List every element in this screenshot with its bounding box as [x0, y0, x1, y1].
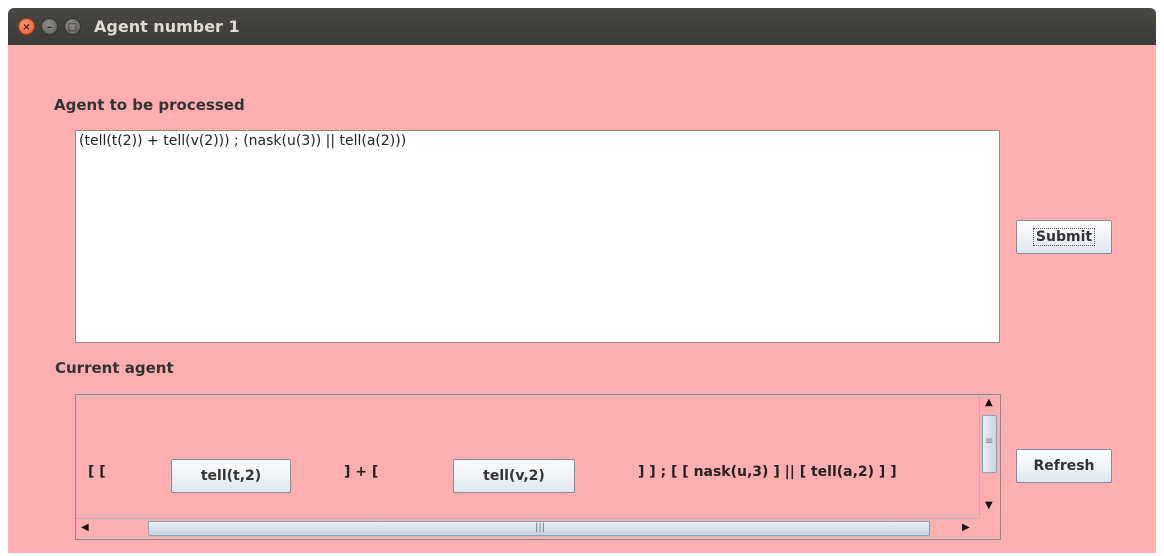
scroll-corner: [980, 519, 1000, 539]
current-agent-scrollpane: [ [ tell(t,2) ] + [ tell(v,2) ] ] ; [ [ …: [75, 394, 1001, 540]
agent-middle-text: ] + [: [344, 464, 379, 480]
submit-button[interactable]: Submit: [1016, 220, 1112, 254]
minimize-icon[interactable]: –: [41, 18, 58, 35]
scroll-up-icon[interactable]: ▲: [985, 397, 993, 408]
agent-suffix-text: ] ] ; [ [ nask(u,3) ] || [ tell(a,2) ] ]: [638, 464, 897, 480]
horizontal-scroll-thumb[interactable]: |||: [148, 521, 930, 536]
vertical-scrollbar[interactable]: ▲ ≡ ▼: [979, 395, 1000, 519]
scroll-down-icon[interactable]: ▼: [985, 500, 993, 511]
grip-icon: |||: [535, 522, 546, 533]
refresh-button[interactable]: Refresh: [1016, 449, 1112, 483]
scroll-left-icon[interactable]: ◀: [81, 522, 89, 533]
vertical-scroll-thumb[interactable]: ≡: [982, 415, 997, 473]
agent-input-textarea[interactable]: (tell(t(2)) + tell(v(2))) ; (nask(u(3)) …: [75, 130, 1000, 343]
agent-to-be-processed-label: Agent to be processed: [54, 96, 245, 114]
scroll-right-icon[interactable]: ▶: [962, 522, 970, 533]
close-icon[interactable]: ×: [18, 18, 35, 35]
title-bar: × – □ Agent number 1: [8, 8, 1156, 45]
grip-icon: ≡: [985, 436, 994, 447]
tell-v-button[interactable]: tell(v,2): [453, 459, 575, 493]
tell-t-button[interactable]: tell(t,2): [171, 459, 291, 493]
horizontal-scrollbar[interactable]: ◀ ||| ▶: [76, 518, 980, 539]
submit-button-label: Submit: [1032, 228, 1096, 246]
maximize-icon[interactable]: □: [64, 18, 81, 35]
agent-prefix-text: [ [: [88, 464, 106, 480]
window-title: Agent number 1: [94, 17, 240, 36]
agent-window: × – □ Agent number 1 Agent to be process…: [8, 8, 1156, 553]
current-agent-label: Current agent: [55, 359, 174, 377]
